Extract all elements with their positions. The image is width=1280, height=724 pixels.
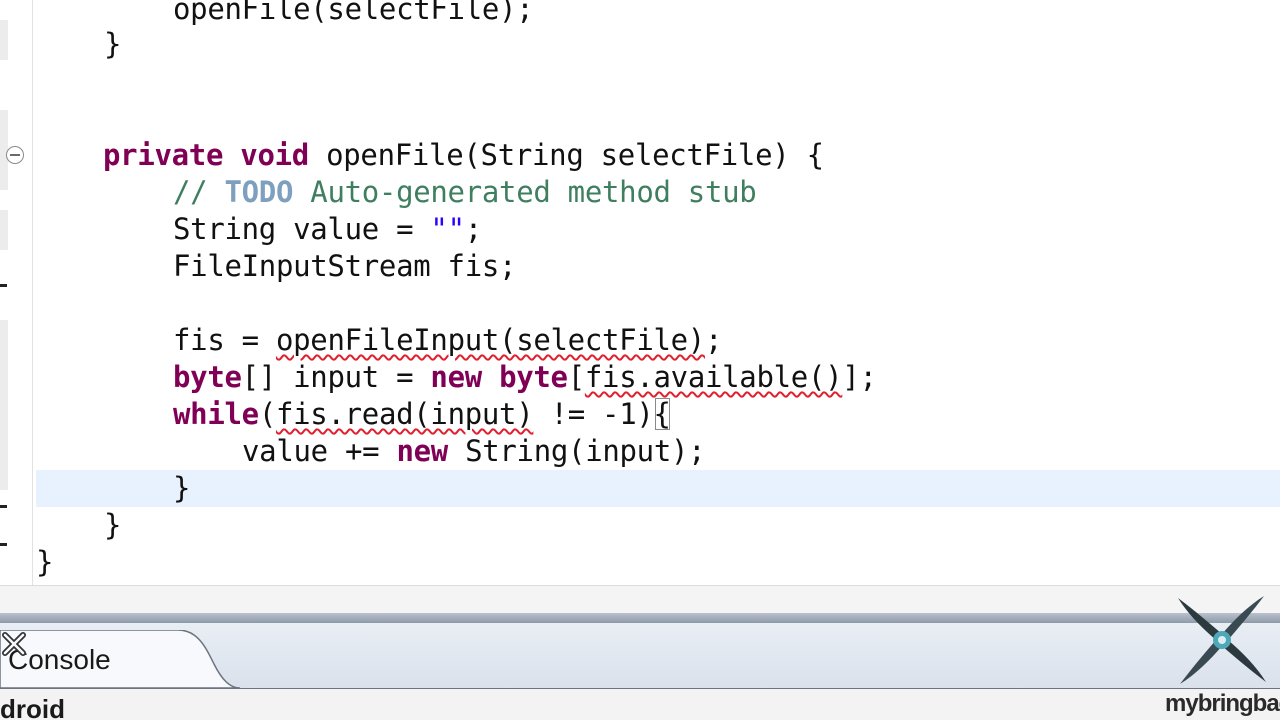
keyword-token: while xyxy=(173,397,259,431)
comment-token: Auto-generated method stub xyxy=(293,175,757,209)
code-token: String value = xyxy=(173,212,431,246)
watermark-text: mybringback xyxy=(1165,690,1280,717)
comment-token: // xyxy=(173,175,225,209)
code-token: } xyxy=(104,508,122,542)
code-editor[interactable]: openFile(selectFile); } private void ope… xyxy=(0,0,1280,585)
code-token: ; xyxy=(704,323,723,357)
code-line[interactable]: } xyxy=(173,470,190,507)
keyword-token: byte xyxy=(173,360,242,394)
keyword-token: byte xyxy=(499,360,568,394)
comment-line[interactable]: // TODO Auto-generated method stub xyxy=(173,174,757,211)
error-underlined-token: openFileInput(selectFile) xyxy=(275,323,705,357)
code-token: openFile(selectFile); xyxy=(173,0,534,26)
todo-tag: TODO xyxy=(224,175,294,209)
error-underlined-token: fis.read(input) xyxy=(275,397,534,431)
editor-ruler xyxy=(0,0,33,585)
panel-separator[interactable] xyxy=(0,613,1280,623)
keyword-token: void xyxy=(240,138,309,172)
code-line[interactable]: while(fis.read(input) != -1){ xyxy=(173,396,671,433)
collapse-minus-icon[interactable] xyxy=(6,146,24,164)
code-token: value += xyxy=(242,434,397,468)
keyword-token: private xyxy=(103,138,224,172)
code-line[interactable]: } xyxy=(104,26,121,63)
code-token: fis = xyxy=(173,323,276,357)
ruler-shade xyxy=(0,320,8,490)
code-token: String(input); xyxy=(447,434,706,468)
code-line[interactable]: } xyxy=(104,507,121,544)
code-token: ]; xyxy=(842,360,877,394)
ruler-tick xyxy=(0,543,7,546)
code-line[interactable]: FileInputStream fis; xyxy=(173,248,517,285)
ruler-shade xyxy=(0,20,8,60)
code-token: ( xyxy=(258,397,276,431)
horizontal-scrollbar[interactable] xyxy=(0,585,1280,614)
code-line[interactable]: byte[] input = new byte[fis.available()]… xyxy=(173,359,877,396)
code-line[interactable]: value += new String(input); xyxy=(242,433,706,470)
keyword-token: new xyxy=(430,360,482,394)
tab-console[interactable]: Console xyxy=(0,630,240,688)
code-token: openFile(String selectFile) { xyxy=(308,138,824,172)
matching-bracket: { xyxy=(653,397,671,431)
code-token: [ xyxy=(567,360,585,394)
console-output-area[interactable] xyxy=(0,689,1280,720)
keyword-token: new xyxy=(396,434,448,468)
code-token: } xyxy=(36,545,54,579)
close-x-icon[interactable] xyxy=(0,630,28,658)
code-token: ; xyxy=(464,212,482,246)
code-token: FileInputStream fis; xyxy=(173,249,517,283)
code-line[interactable]: fis = openFileInput(selectFile); xyxy=(173,322,722,359)
code-token: != -1) xyxy=(533,397,654,431)
shuriken-logo-icon xyxy=(1178,596,1266,684)
code-token: } xyxy=(104,27,122,61)
string-literal: "" xyxy=(430,212,465,246)
code-line[interactable]: } xyxy=(36,544,53,581)
ruler-tick xyxy=(0,505,7,508)
ruler-shade xyxy=(0,210,8,250)
code-token: [] input = xyxy=(241,360,431,394)
code-line[interactable]: String value = ""; xyxy=(173,211,482,248)
error-underlined-token: fis.available() xyxy=(584,360,843,394)
ruler-tick xyxy=(0,284,7,287)
code-token: } xyxy=(173,471,191,505)
current-line-highlight xyxy=(36,470,1280,507)
method-declaration-line[interactable]: private void openFile(String selectFile)… xyxy=(103,137,824,174)
code-line[interactable]: openFile(selectFile); xyxy=(173,0,534,28)
